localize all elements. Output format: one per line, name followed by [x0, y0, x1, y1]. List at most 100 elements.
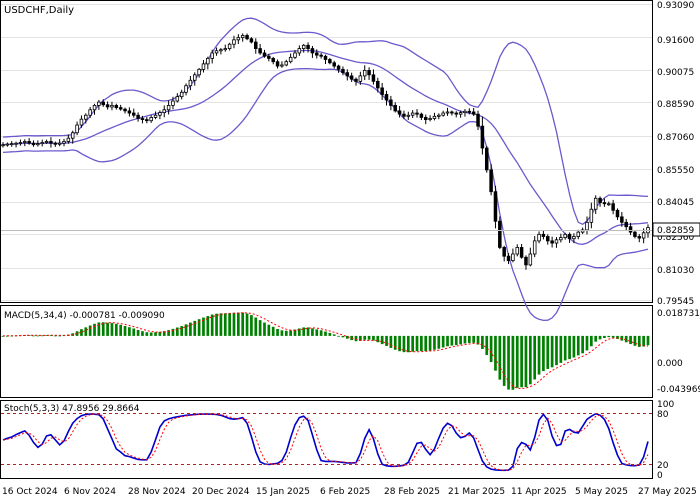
candle-body [14, 142, 18, 145]
candle-body [506, 255, 511, 261]
candle-body [153, 114, 158, 118]
candle-body [319, 54, 323, 57]
macd-bar [646, 335, 650, 346]
macd-bar [576, 335, 580, 356]
candle-body [219, 49, 223, 52]
macd-bar [93, 323, 96, 336]
macd-bar [306, 327, 310, 336]
macd-bar [289, 330, 292, 336]
candle-body [210, 52, 214, 59]
macd-bar [546, 335, 550, 369]
candle-body [393, 104, 397, 112]
macd-bar [467, 335, 471, 343]
candle-body [397, 110, 402, 115]
candle-body [428, 118, 432, 121]
candle-body [454, 112, 458, 115]
macd-bar [354, 335, 358, 342]
candle-body [193, 74, 197, 81]
chart-window[interactable]: USDCHF,Daily MACD(5,34,4) -0.000781 -0.0… [0, 0, 700, 500]
macd-bar [502, 335, 506, 386]
candle-body [524, 256, 528, 266]
price-tick: 0.90075 [657, 68, 694, 78]
candle-body [341, 68, 345, 74]
candle-body [158, 112, 162, 116]
candle-body [44, 141, 49, 143]
date-label: 15 Jan 2025 [256, 487, 310, 497]
macd-bar [563, 335, 567, 361]
macd-bar [332, 334, 336, 336]
macd-bar [149, 332, 153, 336]
candle-body [306, 44, 310, 49]
candle-body [240, 35, 245, 39]
candle-body [633, 231, 637, 237]
macd-bar [415, 335, 419, 352]
candle-body [49, 141, 53, 144]
macd-bar [607, 335, 611, 338]
candle-body [223, 48, 228, 51]
macd-bar [581, 335, 584, 354]
candle-body [23, 141, 27, 143]
candle-body [593, 197, 598, 210]
macd-bar [175, 327, 179, 336]
candle-body [166, 104, 171, 111]
candle-body [406, 114, 411, 117]
candle-body [97, 101, 101, 106]
candle-body [607, 203, 611, 206]
candle-body [328, 59, 332, 64]
candle-body [528, 253, 533, 266]
stoch-label: Stoch(5,3,3) 47.8956 29.8664 [4, 404, 140, 414]
candle-body [615, 209, 620, 218]
candle-body [450, 111, 454, 114]
candle-body [88, 109, 92, 116]
candle-body [5, 143, 10, 146]
price-tick: 0.87060 [657, 133, 694, 143]
date-label: 21 Mar 2025 [448, 487, 505, 497]
candle-body [493, 191, 498, 222]
macd-bar [180, 326, 184, 336]
candle-body [149, 117, 153, 122]
candle-body [476, 113, 480, 127]
macd-bar [245, 313, 249, 336]
macd-bar [84, 327, 88, 336]
macd-bar [485, 335, 489, 356]
candle-body [301, 44, 306, 49]
macd-bar [603, 335, 606, 339]
candle-body [441, 112, 445, 116]
candle-body [637, 236, 642, 239]
price-tick: 0.81030 [657, 266, 694, 276]
candle-body [354, 78, 358, 82]
macd-bar [110, 323, 114, 336]
macd-bar [380, 335, 384, 345]
macd-bar [494, 335, 497, 371]
macd-bar [324, 331, 327, 336]
macd-bar [337, 335, 340, 337]
candle-body [362, 70, 367, 77]
candle-body [79, 118, 84, 126]
macd-bar [428, 335, 432, 351]
date-label: 28 Nov 2024 [128, 487, 186, 497]
candle-body [162, 109, 167, 114]
macd-bar [232, 312, 236, 336]
candle-body [310, 48, 315, 54]
macd-tick: 0.018731 [657, 309, 700, 319]
macd-bar [424, 335, 428, 352]
candle-body [585, 221, 589, 231]
chart-svg[interactable]: USDCHF,Daily MACD(5,34,4) -0.000781 -0.0… [0, 0, 700, 500]
candle-body [201, 63, 206, 70]
candle-body [118, 107, 123, 110]
macd-bar [459, 335, 462, 345]
macd-bar [367, 335, 371, 340]
macd-bar [132, 328, 136, 336]
candle-body [620, 216, 624, 223]
candle-body [131, 112, 136, 116]
candle-body [563, 233, 567, 239]
macd-bar [171, 328, 175, 336]
candle-body [197, 68, 201, 76]
candle-body [236, 37, 241, 41]
candle-body [140, 118, 145, 121]
macd-bar [114, 323, 118, 336]
candle-body [484, 147, 489, 171]
current-price-value: 0.82859 [657, 226, 694, 236]
candle-body [262, 52, 267, 57]
macd-bar [145, 332, 149, 336]
